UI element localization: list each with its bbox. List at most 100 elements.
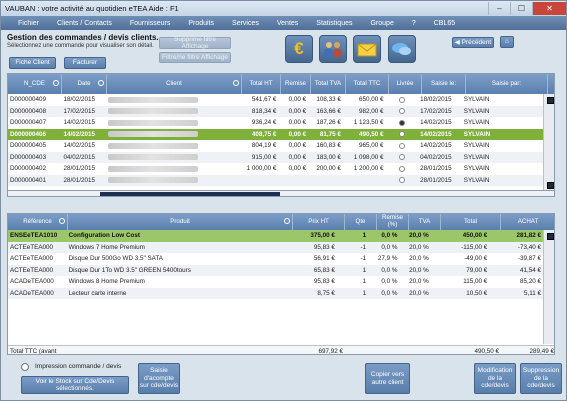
col-livree[interactable]: Livrée	[389, 74, 422, 94]
table-row[interactable]: ACTEeTEA000 Disque Dur 1To WD 3.5" GREEN …	[8, 264, 543, 276]
menu-statistiques[interactable]: Statistiques	[307, 20, 361, 27]
chat-icon[interactable]	[388, 35, 416, 63]
maximize-button[interactable]: ☐	[510, 2, 532, 15]
scroll-up-icon[interactable]	[547, 233, 554, 240]
col-total-ttc[interactable]: Total TTC	[346, 74, 389, 94]
table-row[interactable]: D000000405 14/02/2015 804,19 € 0,00 € 160,83…	[8, 140, 543, 152]
livree-radio[interactable]	[398, 142, 405, 149]
col-qte[interactable]: Qte	[345, 214, 377, 230]
table-row[interactable]: D000000409 18/02/2015 541,67 € 0,00 € 108,33…	[8, 94, 543, 106]
close-button[interactable]: ✕	[532, 2, 566, 15]
tva: 20,0 %	[409, 243, 429, 251]
modification-button[interactable]: Modification de la cde/devis	[474, 363, 516, 394]
table-row[interactable]: D000000407 14/02/2015 936,24 € 0,00 € 187,26…	[8, 117, 543, 129]
livree-radio[interactable]	[398, 108, 405, 115]
table-row[interactable]: D000000406 14/02/2015 408,75 € 0,00 € 81,75 …	[8, 128, 543, 140]
table-row[interactable]: ACADeTEA000 Lecteur carte interne 8,75 €1 0…	[8, 287, 543, 299]
livree-radio[interactable]	[398, 131, 405, 138]
search-icon[interactable]	[53, 80, 59, 86]
filter-toggle-button[interactable]: Filtre/ne filtre Affichage	[159, 52, 231, 63]
minimize-button[interactable]: –	[488, 2, 510, 15]
fiche-client-button[interactable]: Fiche Client	[9, 57, 56, 69]
precedent-label: Précédent	[461, 38, 492, 46]
order-date: 28/01/2015	[63, 165, 96, 173]
order-number: D000000405	[10, 142, 47, 150]
total-ttc: 490,50 €	[358, 130, 384, 138]
col-produit[interactable]: Produit	[68, 214, 293, 230]
impression-radio[interactable]	[21, 363, 29, 371]
col-date[interactable]: Date	[62, 74, 107, 94]
livree-radio[interactable]	[398, 119, 405, 126]
orders-scrollbar[interactable]	[543, 94, 554, 194]
mail-icon[interactable]	[353, 35, 381, 63]
hscroll-thumb[interactable]	[100, 192, 280, 196]
saisie-le: 28/01/2015	[420, 165, 452, 173]
table-row[interactable]: D000000403 04/02/2015 915,00 € 0,00 € 183,00…	[8, 151, 543, 163]
order-number: D000000406	[10, 130, 47, 138]
col-total-tva[interactable]: Total TVA	[311, 74, 346, 94]
table-row[interactable]: D000000408 17/02/2015 818,34 € 0,00 € 163,66…	[8, 105, 543, 117]
table-row[interactable]: D000000401 28/01/2015 28/01/2015 SYLVAIN	[8, 174, 543, 187]
search-icon[interactable]	[233, 80, 239, 86]
achat: 5,11 €	[523, 289, 542, 297]
saisie-le: 28/01/2015	[420, 176, 452, 184]
table-row[interactable]: ACTEeTEA000 Windows 7 Home Premium 95,83 €…	[8, 241, 543, 253]
search-icon[interactable]	[59, 218, 65, 224]
details-scrollbar[interactable]	[543, 230, 554, 344]
scroll-up-icon[interactable]	[547, 97, 554, 104]
col-total[interactable]: Total	[441, 214, 501, 230]
voir-stock-button[interactable]: Voir le Stock sur Cde/Devis sélectionnés…	[21, 376, 129, 394]
client-redacted	[108, 96, 199, 103]
menu-services[interactable]: Services	[223, 20, 268, 27]
client-name	[106, 163, 240, 175]
table-row[interactable]: ENSEeTEA1010 Configuration Low Cost 375,00…	[8, 230, 543, 242]
col-saisie-le[interactable]: Saisie le:	[422, 74, 466, 94]
search-icon[interactable]	[98, 80, 104, 86]
livree-radio[interactable]	[398, 177, 405, 184]
menu-groupe[interactable]: Groupe	[361, 20, 402, 27]
menu-fichier[interactable]: Fichier	[9, 20, 48, 27]
euro-icon[interactable]: €	[285, 35, 313, 63]
col-client[interactable]: Client	[107, 74, 242, 94]
livree-radio[interactable]	[398, 154, 405, 161]
suppression-button[interactable]: Suppression de la cde/devis	[520, 363, 562, 394]
table-row[interactable]: D000000402 28/01/2015 1 000,00 € 0,00 € 200,…	[8, 163, 543, 175]
col-prix-ht[interactable]: Prix HT	[293, 214, 345, 230]
menu-ventes[interactable]: Ventes	[268, 20, 307, 27]
livree-radio[interactable]	[398, 165, 405, 172]
orders-table: N_CDE Date Client Total HT Remise Total …	[7, 73, 555, 195]
total-tva	[308, 175, 343, 187]
col-remise-pct[interactable]: Remise (%)	[377, 214, 409, 230]
total: 115,00 €	[463, 278, 488, 286]
saisie-le: 18/02/2015	[420, 96, 452, 104]
remise: 0,00 €	[288, 165, 307, 173]
precedent-button[interactable]: ◀ Précédent	[452, 37, 494, 48]
col-achat[interactable]: ACHAT	[501, 214, 554, 230]
menu-user[interactable]: CBL65	[425, 20, 464, 27]
remise: 0,00 €	[288, 96, 307, 104]
menu-help[interactable]: ?	[403, 20, 425, 27]
saisie-acompte-button[interactable]: Saisie d'acompte sur cde/devis	[138, 363, 180, 394]
table-row[interactable]: ACADeTEA000 Windows 8 Home Premium 95,83 €…	[8, 276, 543, 288]
col-remise[interactable]: Remise	[281, 74, 311, 94]
facturer-button[interactable]: Facturer	[64, 57, 106, 69]
home-button[interactable]: ⌂	[500, 36, 514, 48]
orders-hscrollbar[interactable]	[7, 190, 555, 197]
remise: 0,00 €	[288, 153, 307, 161]
col-tva[interactable]: TVA	[409, 214, 441, 230]
search-icon[interactable]	[284, 218, 290, 224]
users-icon[interactable]	[319, 35, 347, 63]
menu-fournisseurs[interactable]: Fournisseurs	[121, 20, 179, 27]
col-saisie-par[interactable]: Saisie par:	[466, 74, 548, 94]
scroll-down-icon[interactable]	[547, 182, 554, 189]
remove-filter-button[interactable]: Supprime filtre Affichage	[159, 36, 231, 50]
table-row[interactable]: ACTEeTEA000 Disque Dur 500Go WD 3.5" SATA…	[8, 253, 543, 265]
menu-clients[interactable]: Clients / Contacts	[48, 20, 121, 27]
copier-button[interactable]: Copier vers autre client	[365, 363, 410, 394]
col-total-ht[interactable]: Total HT	[242, 74, 281, 94]
client-redacted	[108, 177, 199, 184]
col-ncde[interactable]: N_CDE	[8, 74, 62, 94]
col-reference[interactable]: Référence	[8, 214, 68, 230]
menu-produits[interactable]: Produits	[179, 20, 223, 27]
livree-radio[interactable]	[398, 96, 405, 103]
